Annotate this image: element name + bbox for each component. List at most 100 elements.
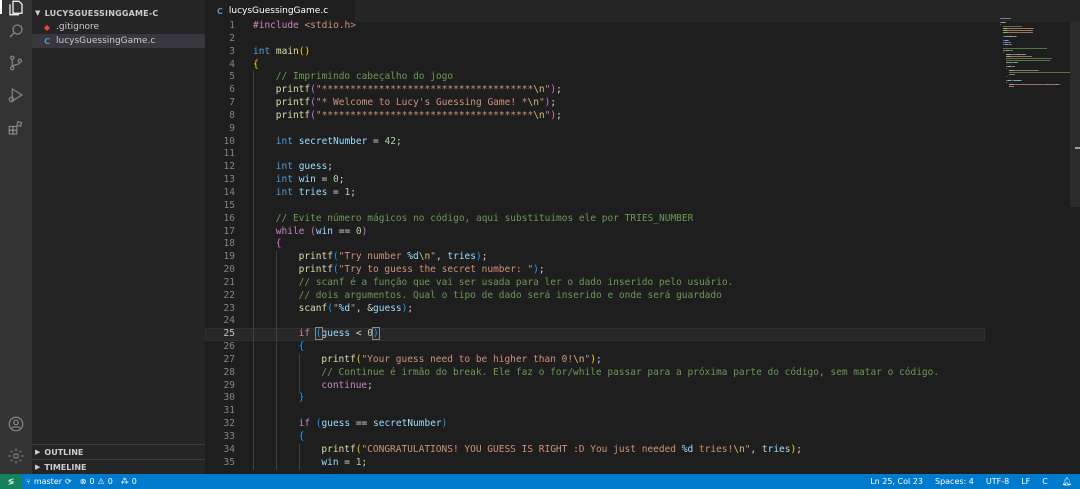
ports-indicator[interactable]: ⁂ 0 — [117, 477, 141, 486]
indent-guide — [298, 366, 300, 380]
code-line[interactable]: 20 printf("Try to guess the secret number… — [205, 264, 985, 277]
code-line[interactable]: 16 // Evite número mágicos no código, aqu… — [205, 212, 985, 226]
line-number: 6 — [229, 84, 235, 96]
sync-icon: ⟳ — [65, 477, 72, 486]
code-line[interactable]: 13 int win = 0; — [205, 174, 985, 187]
indent-guide — [253, 122, 254, 136]
encoding[interactable]: UTF-8 — [980, 477, 1015, 486]
code-line[interactable]: 22 // dois argumentos. Qual o tipo de dad… — [205, 289, 985, 303]
code-line[interactable]: 9 — [205, 122, 985, 136]
code-token: ; — [556, 109, 562, 121]
code-line[interactable]: 29 continue; — [205, 379, 985, 393]
code-text: scanf("%d", &guess); — [299, 303, 414, 316]
source-control-icon[interactable] — [0, 47, 32, 79]
code-line[interactable]: 6 printf("*******************************… — [205, 84, 985, 98]
cursor-position[interactable]: Ln 25, Col 23 — [864, 477, 929, 486]
code-line[interactable]: 15 — [205, 199, 985, 213]
problems-indicator[interactable]: ⊗ 0 ⚠ 0 — [76, 477, 117, 486]
code-token: < — [350, 328, 368, 340]
code-token: ; — [338, 174, 345, 186]
code-token: scanf — [298, 302, 328, 314]
indent-guide — [253, 97, 254, 110]
code-text: } — [299, 392, 305, 405]
code-line[interactable]: 30} — [205, 392, 985, 406]
code-line[interactable]: 19 printf("Try number %d\n", tries); — [205, 251, 985, 265]
tab-lucys-guessing-game[interactable]: C lucysGuessingGame.c — [205, 0, 355, 22]
file-item-gitignore[interactable]: ◆ .gitignore — [32, 20, 205, 34]
code-token: "Try number — [338, 251, 408, 263]
account-icon[interactable] — [0, 408, 32, 440]
code-line[interactable]: 17 while (win == 0) — [205, 225, 985, 239]
settings-gear-icon[interactable] — [0, 440, 32, 472]
code-line[interactable]: 11 — [205, 148, 985, 162]
indent-guide — [253, 341, 254, 354]
indentation[interactable]: Spaces: 4 — [929, 477, 980, 486]
code-line[interactable]: 35 win = 1; — [205, 456, 985, 470]
chevron-down-icon: ▼ — [35, 9, 41, 17]
code-line[interactable]: 18 { — [205, 238, 985, 252]
code-line[interactable]: 32 if (guess == secretNumber) — [205, 418, 985, 431]
code-token: "Your guess need to be higher than 0! — [361, 353, 574, 365]
indent-guide — [275, 443, 277, 457]
notifications-bell-icon[interactable]: 🔔︎ — [1054, 477, 1080, 486]
search-icon[interactable] — [0, 15, 32, 47]
status-bar: ≶ ⑂ master ⟳ ⊗ 0 ⚠ 0 ⁂ 0 Ln 25, Col 23 S… — [0, 474, 1080, 489]
vertical-scrollbar[interactable] — [1070, 22, 1080, 207]
folder-name: LUCYSGUESSINGGAME-C — [44, 8, 159, 18]
line-number: 27 — [223, 353, 235, 365]
code-text: int guess; — [276, 161, 333, 174]
code-line[interactable]: 24 — [205, 315, 985, 329]
extensions-icon[interactable] — [0, 112, 32, 144]
line-number: 5 — [229, 71, 235, 83]
code-token: "CONGRATULATIONS! YOU GUESS IS RIGHT :D … — [361, 443, 682, 455]
indent-guide — [253, 289, 254, 303]
end-of-line[interactable]: LF — [1015, 477, 1036, 486]
code-line[interactable]: 12 int guess; — [205, 161, 985, 175]
code-line[interactable]: 3 int main() — [205, 46, 985, 59]
code-line[interactable]: 34 printf("CONGRATULATIONS! YOU GUESS IS … — [205, 443, 985, 457]
indent-guide — [275, 366, 277, 380]
indent-guide — [253, 302, 254, 316]
code-line[interactable]: 7 printf("* Welcome to Lucy's Guessing Ga… — [205, 97, 985, 110]
minimap-line — [1031, 56, 1032, 57]
minimap-line — [1005, 36, 1013, 37]
indent-guide — [253, 199, 254, 213]
code-line[interactable]: 23 scanf("%d", &guess); — [205, 302, 985, 316]
code-line[interactable]: 5 // Imprimindo cabeçalho do jogo — [205, 71, 985, 85]
file-item-c-source[interactable]: C lucysGuessingGame.c — [32, 34, 205, 48]
indent-guide — [298, 456, 300, 470]
outline-section-header[interactable]: ▶ OUTLINE — [32, 444, 205, 459]
code-token: main — [275, 45, 299, 57]
remote-indicator[interactable]: ≶ — [0, 474, 22, 489]
branch-indicator[interactable]: ⑂ master ⟳ — [22, 477, 76, 486]
code-token: ; — [796, 443, 802, 455]
code-line[interactable]: 21 // scanf é a função que vai ser usada … — [205, 276, 985, 290]
code-line[interactable]: 33 { — [205, 431, 985, 444]
code-token: ; — [327, 161, 334, 173]
code-line[interactable]: 27 printf("Your guess need to be higher t… — [205, 353, 985, 367]
timeline-section-header[interactable]: ▶ TIMELINE — [32, 459, 205, 474]
line-number: 11 — [223, 148, 235, 160]
indent-guide — [253, 328, 254, 342]
minimap-line — [1013, 84, 1047, 85]
code-line[interactable]: 31 — [205, 405, 985, 419]
code-line[interactable]: 2 — [205, 33, 985, 46]
minimap[interactable] — [990, 18, 1070, 98]
code-token: tries — [298, 186, 328, 198]
code-line[interactable]: 28 // Continue é irmão do break. Ele faz … — [205, 366, 985, 380]
branch-icon: ⑂ — [26, 477, 31, 486]
code-line[interactable]: 14 int tries = 1; — [205, 186, 985, 200]
run-debug-icon[interactable] — [0, 79, 32, 111]
code-line[interactable]: 10 int secretNumber = 42; — [205, 135, 985, 149]
code-token: ; — [556, 84, 568, 96]
code-line[interactable]: 4{ — [205, 59, 985, 72]
code-line[interactable]: 25 if (guess < 0) — [205, 327, 985, 342]
code-line[interactable]: 1 #include <stdio.h> — [205, 20, 985, 33]
explorer-folder-header[interactable]: ▼ LUCYSGUESSINGGAME-C — [32, 6, 205, 20]
language-mode[interactable]: C — [1036, 477, 1054, 486]
code-line[interactable]: 26 { — [205, 341, 985, 354]
indent-guide — [253, 431, 254, 444]
code-text: int win = 0; — [276, 174, 345, 187]
code-line[interactable]: 8 printf("*******************************… — [205, 109, 985, 123]
code-editor[interactable]: 1 #include <stdio.h> 2 3 int main() 4{5// Imp… — [205, 20, 985, 470]
